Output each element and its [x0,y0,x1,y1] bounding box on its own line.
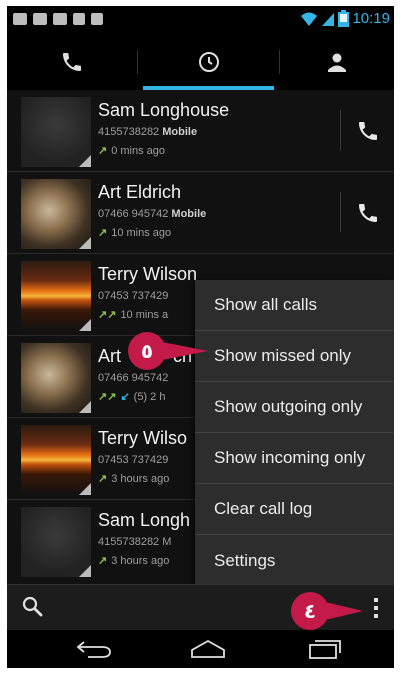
divider [340,192,341,232]
contact-number: 07453 737429 [98,454,169,466]
voicemail-icon [53,13,67,25]
contact-name: Art Eldrich [98,182,182,202]
contact-name: Sam Longh [98,510,191,530]
divider [340,110,341,150]
call-button[interactable] [351,196,385,230]
menu-item-settings[interactable]: Settings [195,535,394,586]
call-time: ↗↗ ↙ (5) 2 h [98,391,166,403]
recent-apps-icon [309,640,341,659]
menu-item-show-incoming-only[interactable]: Show incoming only [195,433,394,484]
status-time: 10:19 [352,10,390,27]
tab-contacts[interactable] [280,34,394,90]
contact-icon [328,53,346,72]
wifi-icon [301,12,318,26]
home-button[interactable] [183,634,233,664]
contact-number: 07453 737429 [98,290,169,302]
navigation-bar [7,630,394,668]
contact-name: Sam Longhouse [98,100,230,120]
contact-number: 07466 945742 Mobile [98,208,207,220]
contact-number: 07466 945742 [98,372,169,384]
search-icon [22,596,43,617]
home-icon [191,639,225,658]
contact-avatar[interactable] [21,97,91,167]
download-icon [73,13,85,25]
status-bar: 10:19 [7,6,394,34]
contact-number: 4155738282 M [98,536,172,548]
menu-item-show-outgoing-only[interactable]: Show outgoing only [195,382,394,433]
overflow-menu: Show all calls Show missed only Show out… [195,280,394,586]
contact-name: Terry Wilson [98,264,198,284]
step-badge-overflow-button: ٤ [291,592,329,630]
recent-apps-button[interactable] [299,634,349,664]
menu-item-show-all-calls[interactable]: Show all calls [195,280,394,331]
contact-avatar[interactable] [21,343,91,413]
step-badge-arrow [325,602,363,620]
search-button[interactable] [21,595,47,621]
contact-name: Terry Wilso [98,428,187,448]
call-time: ↗ 3 hours ago [98,473,170,485]
download-icon [91,13,103,25]
outgoing-arrow-icon: ↗ [98,227,108,239]
menu-item-clear-call-log[interactable]: Clear call log [195,484,394,535]
contact-avatar[interactable] [21,425,91,495]
step-badge-menu-item: ٥ [128,332,166,370]
tab-call-log[interactable] [143,34,274,90]
outgoing-arrow-icon: ↗ [98,555,108,567]
call-log-row[interactable]: Art Eldrich 07466 945742 Mobile ↗ 10 mins… [7,172,394,254]
more-vert-icon [374,598,378,618]
battery-icon [338,10,350,27]
phone-screen: 10:19 Sam Longhouse 4155738282 Mobile ↗ … [7,6,394,668]
back-icon [76,641,111,658]
message-icon [13,13,27,25]
outgoing-arrow-icon: ↗↗ [98,309,117,321]
tab-bar [7,34,394,90]
contact-avatar[interactable] [21,179,91,249]
outgoing-arrow-icon: ↗ [98,145,108,157]
contact-number: 4155738282 Mobile [98,126,198,138]
call-log-row[interactable]: Sam Longhouse 4155738282 Mobile ↗ 0 mins … [7,90,394,172]
back-button[interactable] [69,634,119,664]
outgoing-arrow-icon: ↗ [98,473,108,485]
email-icon [33,13,47,25]
call-button[interactable] [351,114,385,148]
tab-divider [137,50,138,74]
phone-icon [63,53,81,71]
outgoing-arrow-icon: ↗↗ [98,391,117,403]
signal-icon [322,12,335,26]
clock-icon [198,52,219,72]
step-badge-arrow [162,342,208,360]
call-time: ↗ 0 mins ago [98,145,166,157]
menu-item-show-missed-only[interactable]: Show missed only [195,331,394,382]
phone-icon [359,204,377,222]
incoming-arrow-icon: ↙ [120,391,130,403]
call-time: ↗↗ 10 mins a [98,309,169,321]
tab-phone[interactable] [7,34,137,90]
call-time: ↗ 10 mins ago [98,227,172,239]
phone-icon [359,122,377,140]
contact-avatar[interactable] [21,261,91,331]
call-time: ↗ 3 hours ago [98,555,170,567]
contact-avatar[interactable] [21,507,91,577]
